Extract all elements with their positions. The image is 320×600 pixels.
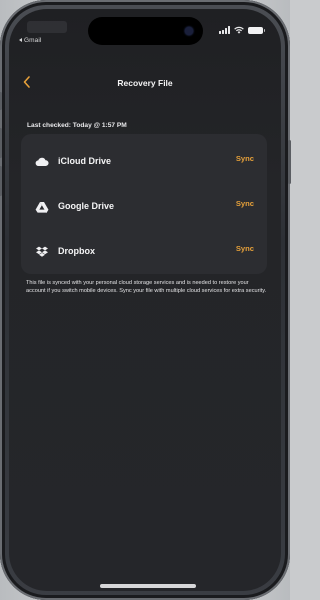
back-triangle-icon <box>19 38 22 43</box>
navigation-bar: Recovery File <box>9 67 281 97</box>
page-title: Recovery File <box>117 78 173 88</box>
description-text: This file is synced with your personal c… <box>26 280 267 295</box>
status-bar: Gmail <box>9 9 281 49</box>
service-label: Dropbox <box>58 246 95 256</box>
google-drive-icon <box>35 202 49 213</box>
cloud-icon <box>35 157 49 167</box>
sync-button[interactable]: Sync <box>236 199 254 208</box>
home-indicator[interactable] <box>100 584 196 588</box>
last-checked-text: Last checked: Today @ 1:57 PM <box>27 122 127 129</box>
sync-button[interactable]: Sync <box>236 244 254 253</box>
service-label: iCloud Drive <box>58 156 112 166</box>
camera-icon <box>185 27 193 35</box>
service-row-icloud[interactable]: iCloud Drive Sync <box>21 142 267 182</box>
dropbox-icon <box>36 246 48 257</box>
cellular-signal-icon <box>219 26 230 34</box>
wifi-icon <box>234 26 244 34</box>
power-button <box>288 140 291 184</box>
phone-frame: Gmail Recovery File Last checked: Today … <box>0 0 291 600</box>
volume-down-button <box>0 166 2 196</box>
back-app-label: Gmail <box>24 37 42 44</box>
service-row-google-drive[interactable]: Google Drive Sync <box>21 187 267 227</box>
sync-button[interactable]: Sync <box>236 154 254 163</box>
battery-icon <box>248 26 265 34</box>
status-time-placeholder <box>27 21 67 33</box>
phone-screen: Gmail Recovery File Last checked: Today … <box>9 9 281 591</box>
volume-up-button <box>0 128 2 158</box>
back-to-app-link[interactable]: Gmail <box>19 37 41 44</box>
status-icons <box>219 25 265 35</box>
service-label: Google Drive <box>58 201 115 211</box>
action-button <box>0 92 2 110</box>
cloud-services-card: iCloud Drive Sync Google Drive Sync Drop… <box>21 134 267 274</box>
dynamic-island <box>88 17 203 45</box>
service-row-dropbox[interactable]: Dropbox Sync <box>21 232 267 272</box>
device-stage: Gmail Recovery File Last checked: Today … <box>0 0 291 600</box>
